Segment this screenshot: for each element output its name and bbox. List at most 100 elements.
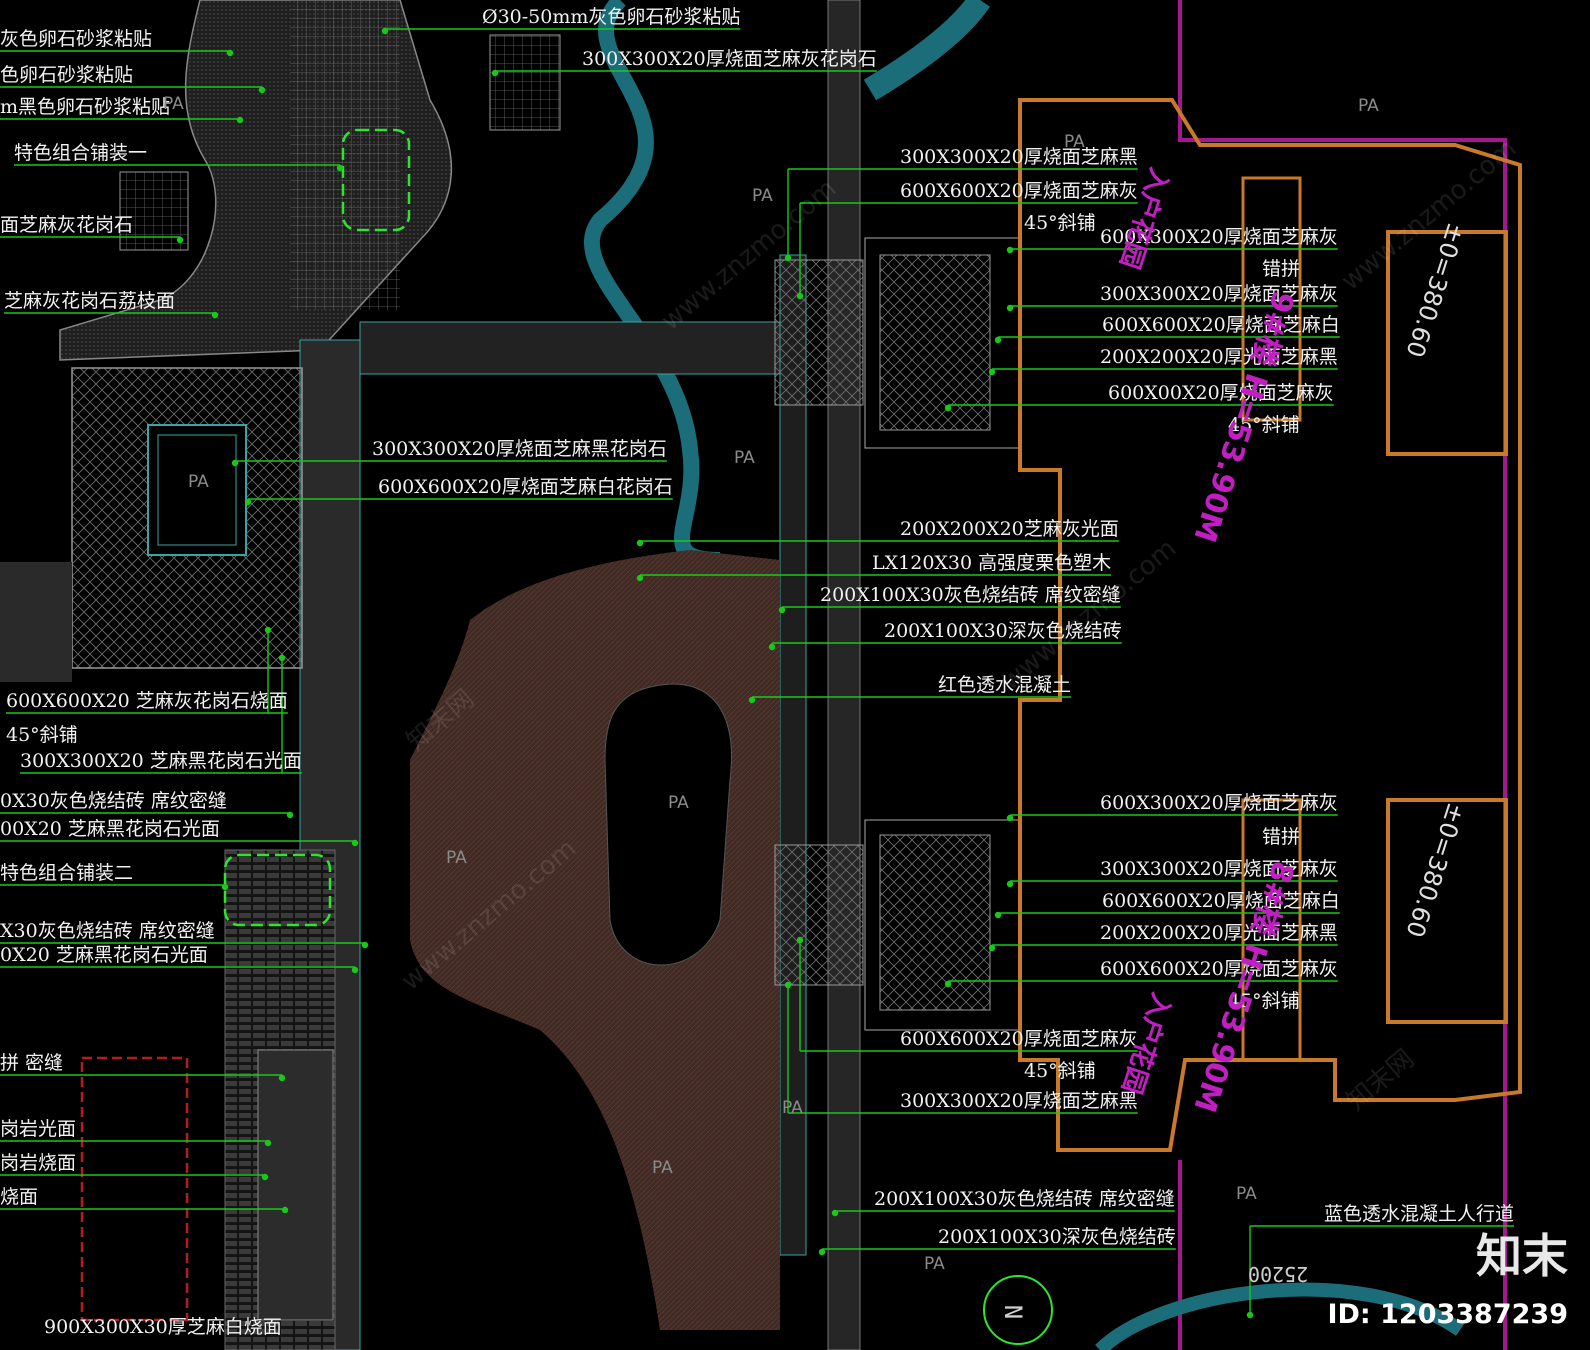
pa-label: PA <box>1358 96 1379 116</box>
leader-dot <box>221 883 229 891</box>
callout-mid-4: LX120X30 高强度栗色塑木 <box>872 552 1112 574</box>
pa-label: PA <box>163 94 184 114</box>
leader-dot <box>768 643 776 651</box>
leader-dot <box>351 966 359 974</box>
brand-logo: 知末 <box>1476 1229 1568 1283</box>
callout-upper-7: 600X600X20厚烧面芝麻白 <box>1102 314 1340 336</box>
image-id: ID: 1203387239 <box>1327 1299 1568 1330</box>
callout-upper-3: 45°斜铺 <box>1024 212 1096 234</box>
callout-bottom-1: 200X100X30灰色烧结砖 席纹密缝 <box>874 1188 1175 1210</box>
leader-dot <box>361 941 369 949</box>
leader-dot <box>226 49 234 57</box>
callout-lower-5: 200X200X20厚光面芝麻黑 <box>1100 922 1338 944</box>
callout-lower-6: 600X600X20厚烧面芝麻灰 <box>1100 958 1338 980</box>
callout-lower-8: 600X600X20厚烧面芝麻灰 <box>900 1028 1138 1050</box>
leader-dot <box>491 69 499 77</box>
leader-dot <box>244 498 252 506</box>
callout-left-5: 面芝麻灰花岗石 <box>0 214 134 236</box>
leader-dot <box>231 459 239 467</box>
pa-label: PA <box>1064 132 1085 152</box>
leader-dot <box>784 254 792 262</box>
leader-dot <box>796 292 804 300</box>
callout-top-2: 300X300X20厚烧面芝麻灰花岗石 <box>582 48 877 70</box>
leader-dot <box>1006 246 1014 254</box>
pa-label: PA <box>924 1254 945 1274</box>
leader-dot <box>636 539 644 547</box>
callout-left-8: 45°斜铺 <box>6 724 78 746</box>
callout-mid-2: 600X600X20厚烧面芝麻白花岗石 <box>378 476 673 498</box>
callout-left-18: 烧面 <box>0 1186 39 1208</box>
pa-label: PA <box>188 472 209 492</box>
leader-dot <box>778 606 786 614</box>
leader-dot <box>784 981 792 989</box>
callout-lower-1: 600X300X20厚烧面芝麻灰 <box>1100 792 1338 814</box>
leader-dot <box>818 1248 826 1256</box>
leader-dot <box>258 86 266 94</box>
callout-left-1: 灰色卵石砂浆粘贴 <box>0 28 153 50</box>
leader-dot <box>264 1139 272 1147</box>
pa-label: PA <box>782 1098 803 1118</box>
leader-dot <box>796 936 804 944</box>
leader-dot <box>636 574 644 582</box>
leader-dot <box>748 696 756 704</box>
callout-left-14: 0X20 芝麻黑花岗石光面 <box>0 944 208 966</box>
callout-left-2: 色卵石砂浆粘贴 <box>0 64 134 86</box>
callout-left-13: X30灰色烧结砖 席纹密缝 <box>0 920 215 942</box>
callout-mid-1: 300X300X20厚烧面芝麻黑花岗石 <box>372 438 667 460</box>
callout-left-10: 0X30灰色烧结砖 席纹密缝 <box>0 790 227 812</box>
callout-left-4: 特色组合铺装一 <box>14 142 148 164</box>
leader-dot <box>261 1173 269 1181</box>
callout-lower-4: 600X600X20厚烧面芝麻白 <box>1102 890 1340 912</box>
leader-dot <box>236 116 244 124</box>
callout-upper-8: 200X200X20厚光面芝麻黑 <box>1100 346 1338 368</box>
callout-top-1: Ø30-50mm灰色卵石砂浆粘贴 <box>482 6 741 28</box>
callout-left-6: 芝麻灰花岗石荔枝面 <box>4 290 176 312</box>
leader-dot <box>286 811 294 819</box>
leader-dot <box>278 654 286 662</box>
leader-dot <box>1006 814 1014 822</box>
callout-mid-3: 200X200X20芝麻灰光面 <box>900 518 1119 540</box>
callout-lower-2: 错拼 <box>1262 826 1301 848</box>
callout-left-3: m黑色卵石砂浆粘贴 <box>0 96 171 118</box>
callout-bottom-2: 200X100X30深灰色烧结砖 <box>938 1226 1176 1248</box>
callout-left-15: 拼 密缝 <box>0 1052 64 1074</box>
leader-dot <box>176 236 184 244</box>
leader-dot <box>336 164 344 172</box>
leader-dot <box>281 1206 289 1214</box>
leader-dot <box>381 27 389 35</box>
callout-lower-10: 300X300X20厚烧面芝麻黑 <box>900 1090 1138 1112</box>
callout-mid-5: 200X100X30灰色烧结砖 席纹密缝 <box>820 584 1121 606</box>
leader-dot <box>1246 1311 1254 1319</box>
callout-upper-9: 600X00X20厚烧面芝麻灰 <box>1108 382 1334 404</box>
pa-label: PA <box>734 448 755 468</box>
leader-dot <box>1006 304 1014 312</box>
leader-dot <box>988 368 996 376</box>
leader-dot <box>351 839 359 847</box>
callout-left-9: 300X300X20 芝麻黑花岗石光面 <box>20 750 302 772</box>
callout-left-17: 岗岩烧面 <box>0 1152 77 1174</box>
leader-dot <box>831 1209 839 1217</box>
leader-dot <box>994 911 1002 919</box>
leader-dot <box>211 311 219 319</box>
leader-dot <box>994 336 1002 344</box>
leader-dot <box>944 404 952 412</box>
north-arrow: N <box>999 1304 1028 1320</box>
leader-dot <box>944 980 952 988</box>
callout-upper-2: 600X600X20厚烧面芝麻灰 <box>900 180 1138 202</box>
callout-left-19: 900X300X30厚芝麻白烧面 <box>44 1316 282 1338</box>
callout-left-7: 600X600X20 芝麻灰花岗石烧面 <box>6 690 288 712</box>
callout-lower-9: 45°斜铺 <box>1024 1060 1096 1082</box>
callout-upper-5: 错拼 <box>1262 258 1301 280</box>
leader-dot <box>278 1074 286 1082</box>
leader-dot <box>988 944 996 952</box>
leader-dot <box>1006 880 1014 888</box>
callout-left-12: 特色组合铺装二 <box>0 862 134 884</box>
pa-label: PA <box>652 1158 673 1178</box>
callout-left-16: 岗岩光面 <box>0 1118 77 1140</box>
pa-label: PA <box>668 793 689 813</box>
pa-label: PA <box>752 186 773 206</box>
leader-dot <box>264 626 272 634</box>
pa-label: PA <box>446 848 467 868</box>
callout-upper-1: 300X300X20厚烧面芝麻黑 <box>900 146 1138 168</box>
callout-left-11: 00X20 芝麻黑花岗石光面 <box>0 818 220 840</box>
